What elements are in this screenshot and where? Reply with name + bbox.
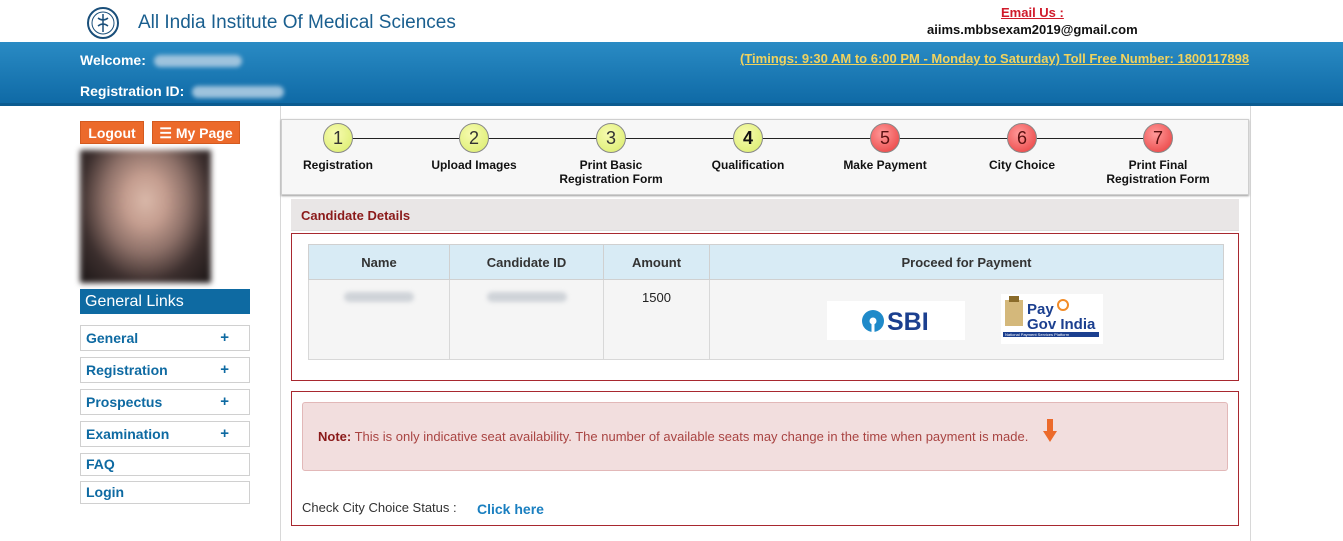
payment-options-cell [709,279,1224,360]
my-page-button[interactable]: ☰ My Page [152,121,240,144]
step-number: 1 [323,123,353,153]
registration-id-redacted [192,86,285,99]
top-header: All India Institute Of Medical Sciences … [0,0,1343,42]
expand-plus-icon[interactable]: + [220,358,229,382]
name-cell [308,279,450,360]
site-title: All India Institute Of Medical Sciences [138,12,456,33]
column-header: Proceed for Payment [709,244,1224,280]
paygov-payment-button[interactable]: Pay Gov India National Payment Services … [1001,294,1103,344]
step-label: Registration [302,158,373,172]
step-number: 7 [1143,123,1173,153]
svg-text:Gov India: Gov India [1027,316,1096,333]
step-label: Upload Images [431,158,517,172]
click-here-link[interactable]: Click here [477,501,544,517]
step-5[interactable]: 5 Make Payment [815,123,955,172]
seat-availability-alert: Note: This is only indicative seat avail… [302,402,1228,471]
candidate-photo [80,150,211,283]
step-1[interactable]: 1 Registration [268,123,408,172]
candidate-details-panel: Name Candidate ID Amount Proceed for Pay… [291,233,1239,381]
note-panel: Note: This is only indicative seat avail… [291,391,1239,526]
sidebar-item-examination[interactable]: Examination + [80,421,250,447]
column-header: Candidate ID [449,244,604,280]
candidate-details-header: Candidate Details [291,199,1239,231]
sidebar-item-faq[interactable]: FAQ [80,453,250,476]
welcome-label: Welcome: [80,52,242,68]
registration-steps: 1 Registration 2 Upload Images 3 Print B… [281,119,1249,195]
step-6[interactable]: 6 City Choice [952,123,1092,172]
general-links-heading: General Links [80,289,250,314]
logout-button[interactable]: Logout [80,121,144,144]
registration-id-label: Registration ID: [80,83,285,99]
sidebar-item-registration[interactable]: Registration + [80,357,250,383]
step-2[interactable]: 2 Upload Images [404,123,544,172]
svg-text:National Payment Services Plat: National Payment Services Platform [1005,332,1070,337]
sidebar-item-prospectus[interactable]: Prospectus + [80,389,250,415]
arrow-down-icon [1043,419,1057,442]
name-redacted [344,292,414,302]
step-number: 6 [1007,123,1037,153]
step-label: Qualification [711,158,785,172]
list-icon: ☰ [159,125,172,141]
step-number: 5 [870,123,900,153]
city-choice-status-label: Check City Choice Status : [302,500,457,515]
step-label: City Choice [988,158,1055,172]
email-label: Email Us : [1001,5,1064,20]
expand-plus-icon[interactable]: + [220,326,229,350]
step-4[interactable]: 4 Qualification [678,123,818,172]
step-number: 3 [596,123,626,153]
welcome-name-redacted [153,55,242,68]
amount-cell: 1500 [603,279,710,360]
step-7[interactable]: 7 Print Final Registration Form [1088,123,1228,186]
note-text: Note: This is only indicative seat avail… [318,429,1029,444]
svg-text:SBI: SBI [887,308,929,336]
step-number: 4 [733,123,763,153]
step-label: Make Payment [843,158,927,172]
timings-link[interactable]: (Timings: 9:30 AM to 6:00 PM - Monday to… [740,51,1249,66]
sidebar-item-login[interactable]: Login [80,481,250,504]
step-label: Print Basic Registration Form [559,158,663,186]
email-address[interactable]: aiims.mbbsexam2019@gmail.com [927,22,1138,37]
step-label: Print Final Registration Form [1106,158,1210,186]
sbi-payment-button[interactable]: SBI [827,301,965,340]
expand-plus-icon[interactable]: + [220,422,229,446]
paygov-logo-icon: Pay Gov India National Payment Services … [1003,296,1099,337]
candidate-id-cell [449,279,604,360]
sidebar-item-general[interactable]: General + [80,325,250,351]
user-info-band: Welcome: Registration ID: (Timings: 9:30… [0,42,1343,106]
section-title: Candidate Details [301,208,411,223]
candidate-id-redacted [486,292,567,302]
sbi-logo-icon: SBI [862,308,929,336]
step-3[interactable]: 3 Print Basic Registration Form [541,123,681,186]
column-header: Name [308,244,450,280]
step-number: 2 [459,123,489,153]
column-header: Amount [603,244,710,280]
aiims-logo-icon [87,7,119,39]
expand-plus-icon[interactable]: + [220,390,229,414]
